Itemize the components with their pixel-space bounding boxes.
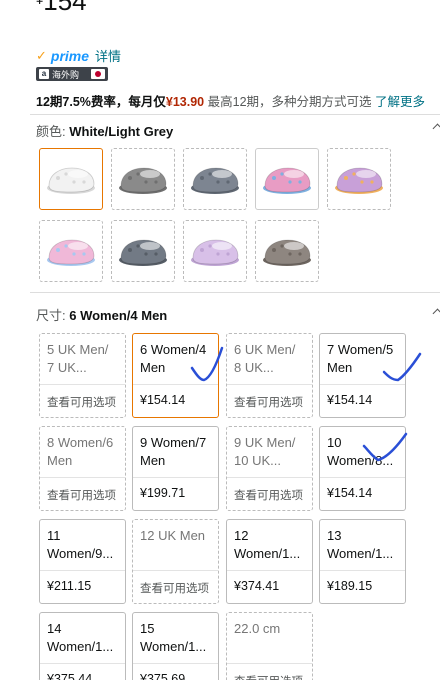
prime-details-link[interactable]: 详情 xyxy=(95,46,121,65)
size-option[interactable]: 15 Women/1... ¥375.69 xyxy=(132,612,219,680)
size-option-price: ¥199.71 xyxy=(140,486,186,500)
clog-icon xyxy=(335,167,383,194)
size-option[interactable]: 8 Women/6 Men 查看可用选项 xyxy=(39,426,126,511)
installment-amount: ¥13.90 xyxy=(165,95,205,109)
size-option-label: 8 Women/6 Men xyxy=(47,435,114,468)
size-option-price: ¥189.15 xyxy=(327,579,373,593)
color-swatch-taupe[interactable] xyxy=(255,220,319,282)
overseas-badge: a 海外购 xyxy=(36,67,108,81)
color-swatch-lavender[interactable] xyxy=(183,220,247,282)
collapse-color-icon[interactable] xyxy=(432,122,440,132)
installment-rate: 12期7.5%费率，每月仅 xyxy=(36,95,166,109)
clog-icon xyxy=(191,167,239,194)
size-option-label: 14 Women/1... xyxy=(47,621,114,654)
size-option-label: 12 Women/1... xyxy=(234,528,301,561)
amazon-icon: a xyxy=(39,69,49,79)
size-option-price: ¥154.14 xyxy=(327,393,373,407)
color-swatch-tie-dye-pink[interactable] xyxy=(255,148,319,210)
clog-icon xyxy=(191,239,239,266)
see-options-link[interactable]: 查看可用选项 xyxy=(40,478,125,510)
size-option-label: 10 Women/8... xyxy=(327,435,394,468)
price-display: ¥15414 xyxy=(36,0,99,17)
see-options-link[interactable]: 查看可用选项 xyxy=(227,664,312,680)
see-options-link[interactable]: 查看可用选项 xyxy=(133,571,218,603)
size-option[interactable]: 10 Women/8... ¥154.14 xyxy=(319,426,406,511)
size-option[interactable]: 6 Women/4 Men ¥154.14 xyxy=(132,333,219,418)
size-option[interactable]: 6 UK Men/ 8 UK... 查看可用选项 xyxy=(226,333,313,418)
see-options-link[interactable]: 查看可用选项 xyxy=(227,385,312,417)
size-option-label: 12 UK Men xyxy=(140,528,206,543)
size-option[interactable]: 5 UK Men/ 7 UK... 查看可用选项 xyxy=(39,333,126,418)
size-option-label: 22.0 cm xyxy=(234,621,281,636)
color-label: 颜色: White/Light Grey xyxy=(36,121,173,140)
color-swatch-tie-dye-pastel[interactable] xyxy=(39,220,103,282)
size-label-prefix: 尺寸: xyxy=(36,308,70,323)
japan-flag-icon xyxy=(91,69,105,79)
prime-check-icon: ✓ xyxy=(36,47,47,63)
size-option[interactable]: 22.0 cm 查看可用选项 xyxy=(226,612,313,680)
size-option-label: 9 UK Men/ 10 UK... xyxy=(234,435,296,468)
size-option-label: 9 Women/7 Men xyxy=(140,435,207,468)
divider xyxy=(30,114,440,115)
color-swatch-tie-dye-multi[interactable] xyxy=(327,148,391,210)
color-label-prefix: 颜色: xyxy=(36,124,70,139)
prime-row: ✓ prime 详情 xyxy=(36,46,121,65)
collapse-size-icon[interactable] xyxy=(432,307,440,317)
size-option[interactable]: 14 Women/1... ¥375.44 xyxy=(39,612,126,680)
size-option-label: 5 UK Men/ 7 UK... xyxy=(47,342,109,375)
size-selected-value: 6 Women/4 Men xyxy=(69,308,168,323)
clog-icon xyxy=(119,239,167,266)
color-swatch-grey[interactable] xyxy=(111,148,175,210)
color-selected-value: White/Light Grey xyxy=(69,124,174,139)
size-option[interactable]: 9 Women/7 Men ¥199.71 xyxy=(132,426,219,511)
color-swatch-white[interactable] xyxy=(39,148,103,210)
size-option-price: ¥375.69 xyxy=(140,672,186,680)
clog-icon xyxy=(47,167,95,194)
size-option-label: 6 UK Men/ 8 UK... xyxy=(234,342,296,375)
size-option[interactable]: 9 UK Men/ 10 UK... 查看可用选项 xyxy=(226,426,313,511)
size-option-price: ¥154.14 xyxy=(327,486,373,500)
size-option-price: ¥374.41 xyxy=(234,579,280,593)
see-options-link[interactable]: 查看可用选项 xyxy=(40,385,125,417)
clog-icon xyxy=(47,239,95,266)
learn-more-link[interactable]: 了解更多 xyxy=(375,95,425,109)
color-swatch-slate[interactable] xyxy=(183,148,247,210)
size-option-price: ¥211.15 xyxy=(47,579,92,593)
size-option-price: ¥375.44 xyxy=(47,672,93,680)
clog-icon xyxy=(263,239,311,266)
overseas-badge-text: 海外购 xyxy=(52,69,80,80)
color-swatch-dark-slate[interactable] xyxy=(111,220,175,282)
divider xyxy=(30,292,440,293)
price-fraction: 14 xyxy=(87,0,99,2)
clog-icon xyxy=(119,167,167,194)
installment-info: 12期7.5%费率，每月仅¥13.90 最高12期，多种分期方式可选 了解更多 xyxy=(36,91,425,110)
size-option[interactable]: 12 UK Men 查看可用选项 xyxy=(132,519,219,604)
size-option[interactable]: 11 Women/9... ¥211.15 xyxy=(39,519,126,604)
prime-logo: prime xyxy=(50,47,90,64)
price-whole: 154 xyxy=(43,0,87,16)
size-option-label: 13 Women/1... xyxy=(327,528,394,561)
currency-symbol: ¥ xyxy=(36,0,43,7)
size-option-label: 11 Women/9... xyxy=(47,528,114,561)
size-label: 尺寸: 6 Women/4 Men xyxy=(36,305,167,324)
see-options-link[interactable]: 查看可用选项 xyxy=(227,478,312,510)
size-option-label: 7 Women/5 Men xyxy=(327,342,394,375)
size-option[interactable]: 13 Women/1... ¥189.15 xyxy=(319,519,406,604)
clog-icon xyxy=(263,167,311,194)
size-option[interactable]: 7 Women/5 Men ¥154.14 xyxy=(319,333,406,418)
installment-desc: 最高12期，多种分期方式可选 xyxy=(204,95,375,109)
size-option-label: 6 Women/4 Men xyxy=(140,342,207,375)
size-option-price: ¥154.14 xyxy=(140,393,186,407)
size-option[interactable]: 12 Women/1... ¥374.41 xyxy=(226,519,313,604)
size-option-label: 15 Women/1... xyxy=(140,621,207,654)
